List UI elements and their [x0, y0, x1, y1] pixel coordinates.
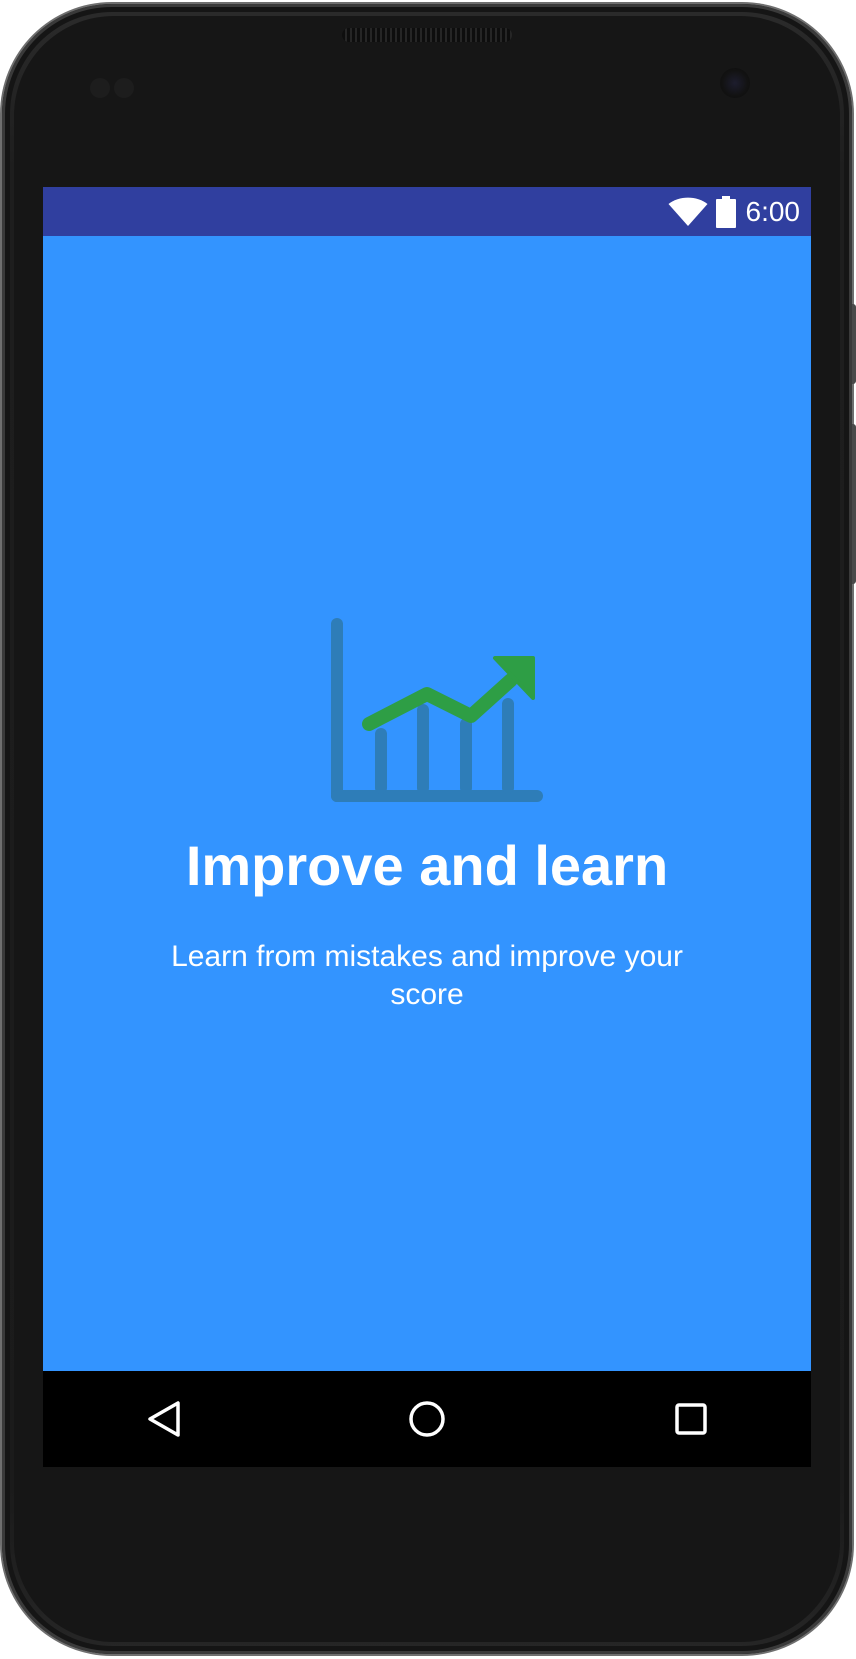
status-bar: 6:00 [43, 187, 811, 236]
proximity-sensor [90, 78, 110, 98]
recents-button[interactable] [663, 1391, 719, 1447]
battery-icon [715, 195, 736, 228]
back-icon [148, 1401, 180, 1437]
wifi-icon [668, 197, 707, 226]
volume-button [852, 424, 856, 584]
device-screen: 6:00 Improve and learn Learn from mistak… [43, 187, 811, 1467]
home-icon [409, 1401, 445, 1437]
chart-growth-icon [331, 618, 543, 802]
recents-icon [675, 1403, 707, 1435]
status-icons: 6:00 [668, 187, 801, 236]
onboarding-subtitle: Learn from mistakes and improve your sco… [171, 940, 683, 1011]
back-button[interactable] [136, 1391, 192, 1447]
status-clock: 6:00 [745, 196, 801, 227]
light-sensor [114, 78, 134, 98]
onboarding-slide[interactable]: Improve and learn Learn from mistakes an… [43, 236, 811, 1371]
home-button[interactable] [399, 1391, 455, 1447]
front-camera [720, 68, 750, 98]
onboarding-title: Improve and learn [185, 834, 669, 897]
earpiece-speaker [342, 28, 512, 42]
navigation-bar [43, 1371, 811, 1467]
power-button [852, 304, 856, 384]
